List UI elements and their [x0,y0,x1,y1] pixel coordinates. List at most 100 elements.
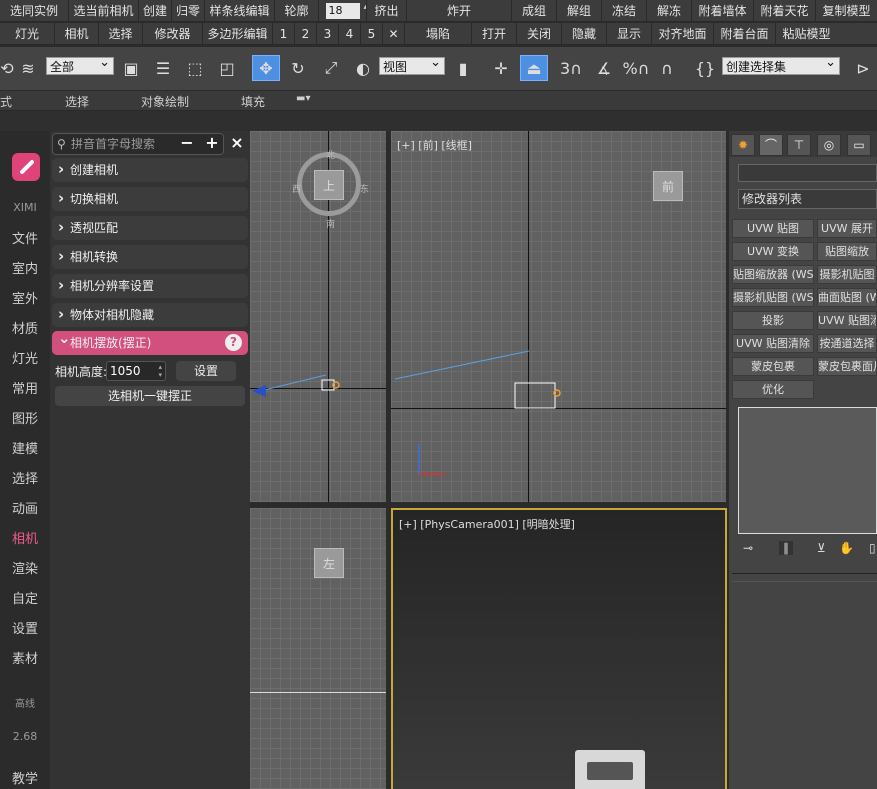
display-tab-icon[interactable]: ▭ [847,134,871,156]
attach-ceiling-button[interactable]: 附着天花 [754,0,816,22]
one-click-level-button[interactable]: 选相机一键摆正 [55,386,245,406]
lights-button[interactable]: 灯光 [0,23,55,45]
select-manipulate-icon[interactable]: ✛ [488,55,514,81]
section-camera-level[interactable]: 相机摆放(摆正) ? [52,326,248,355]
map-scaler-button[interactable]: 贴图缩放 [817,242,877,261]
sidebar-item-animation[interactable]: 动画 [0,498,50,517]
section-hide-from-camera[interactable]: 物体对相机隐藏 [52,302,248,327]
sidebar-item-shape[interactable]: 图形 [0,408,50,427]
undo-icon[interactable]: ⟲ [0,55,14,81]
rect-region-icon[interactable]: ⬚ [182,55,208,81]
pin-stack-icon[interactable]: ⊸ [743,541,753,555]
ungroup-button[interactable]: 解组 [557,0,602,22]
modifier-button[interactable]: 修改器 [143,23,203,45]
level-1-button[interactable]: 1 [273,23,295,45]
sidebar-item-custom[interactable]: 自定 [0,588,50,607]
level-3-button[interactable]: 3 [317,23,339,45]
sidebar-item-settings[interactable]: 设置 [0,618,50,637]
level-2-button[interactable]: 2 [295,23,317,45]
projection-button[interactable]: 投影 [732,311,814,330]
selection-filter-dropdown[interactable]: 全部 [46,54,114,75]
sidebar-item-exterior[interactable]: 室外 [0,288,50,307]
angle-snap-icon[interactable]: ∡ [590,55,618,81]
sidebar-item-modeling[interactable]: 建模 [0,438,50,457]
uvw-xform-button[interactable]: UVW 变换 [732,242,814,261]
collapse-all-button[interactable]: − [177,132,197,154]
scale-icon[interactable]: ⤢ [318,55,344,81]
level-4-button[interactable]: 4 [339,23,361,45]
snap-toggle-icon[interactable]: 3 ∩ [556,55,586,81]
camera-gizmo-front[interactable] [391,341,726,431]
channel-select-button[interactable]: 按通道选择 [817,334,877,353]
uvw-map-add-button[interactable]: UVW 贴图添加 [817,311,877,330]
edit-named-selection-icon[interactable]: {} [692,55,718,81]
close-button[interactable]: 关闭 [517,23,562,45]
object-name-field[interactable] [738,164,877,182]
freeze-button[interactable]: 冻结 [602,0,647,22]
collapse-button[interactable]: 塌陷 [405,23,472,45]
ribbon-tab-style[interactable]: 式 [0,93,12,110]
sidebar-item-teach[interactable]: 教学 [0,768,50,787]
surface-map-wsm-button[interactable]: 曲面贴图 (WSM) [817,288,877,307]
select-current-camera-button[interactable]: 选当前相机 [69,0,139,22]
select-by-name-icon[interactable]: ☰ [150,55,176,81]
ribbon-tab-populate[interactable]: 填充 [241,93,265,110]
outline-amount-spinner[interactable]: 18 [325,3,366,19]
create-tab-icon[interactable]: ✹ [731,134,755,156]
move-icon[interactable]: ✥ [252,55,280,81]
sidebar-item-select[interactable]: 选择 [0,468,50,487]
camera-map-button[interactable]: 摄影机贴图 [817,265,877,284]
copy-model-button[interactable]: 复制模型 [816,0,877,22]
outline-button[interactable]: 轮廓 [275,0,319,22]
section-switch-camera[interactable]: 切换相机 [52,186,248,211]
configure-icon[interactable]: ▯ [869,541,876,555]
skin-wrap-button[interactable]: 蒙皮包裹 [732,357,814,376]
ribbon-tab-select[interactable]: 选择 [65,93,89,110]
cameras-button[interactable]: 相机 [55,23,99,45]
attach-countertop-button[interactable]: 附着台面 [714,23,776,45]
viewcube-left-face[interactable]: 左 [314,548,344,578]
percent-snap-icon[interactable]: % ∩ [622,55,650,81]
help-icon[interactable]: ? [225,334,242,351]
open-button[interactable]: 打开 [472,23,517,45]
show-button[interactable]: 显示 [607,23,652,45]
sidebar-item-render[interactable]: 渲染 [0,558,50,577]
paste-model-button[interactable]: 粘贴模型 [776,23,837,45]
show-end-result-icon[interactable]: ∥ [779,541,793,555]
select-same-instance-button[interactable]: 选同实例 [0,0,69,22]
uvw-map-clear-button[interactable]: UVW 贴图清除 [732,334,814,353]
remove-modifier-icon[interactable]: ✋ [839,541,854,555]
section-perspective-match[interactable]: 透视匹配 [52,215,248,240]
section-create-camera[interactable]: 创建相机 [52,157,248,182]
viewport-front[interactable]: [+] [前] [线框] 前 [391,131,726,502]
explode-button[interactable]: 炸开 [407,0,512,22]
level-5-button[interactable]: 5 [361,23,383,45]
sidebar-item-file[interactable]: 文件 [0,228,50,247]
select-link-icon[interactable]: ≋ [16,55,40,81]
use-center-icon[interactable]: ▮ [450,55,476,81]
spline-edit-button[interactable]: 样条线编辑 [205,0,275,22]
modifier-list-dropdown[interactable]: 修改器列表 [738,189,877,209]
viewcube-front-face[interactable]: 前 [653,171,683,201]
section-camera-resolution[interactable]: 相机分辨率设置 [52,273,248,298]
clear-level-button[interactable]: ✕ [383,23,405,45]
reset-button[interactable]: 归零 [172,0,205,22]
map-scaler-wsm-button[interactable]: 贴图缩放器 (WSM) [732,265,814,284]
mirror-icon[interactable]: ⊳ [850,55,876,81]
uvw-map-button[interactable]: UVW 贴图 [732,219,814,238]
ref-coord-dropdown[interactable]: 视图 [379,54,445,75]
sidebar-item-common[interactable]: 常用 [0,378,50,397]
viewport-front-label[interactable]: [+] [前] [线框] [397,137,472,153]
line-mode-label[interactable]: 高线 [0,695,50,710]
select-button[interactable]: 选择 [99,23,143,45]
set-height-button[interactable]: 设置 [176,361,236,381]
camera-map-wsm-button[interactable]: 摄影机贴图 (WSM) [732,288,814,307]
viewport-camera-label[interactable]: [+] [PhysCamera001] [明暗处理] [399,516,575,532]
ribbon-tab-object-paint[interactable]: 对象绘制 [141,93,189,110]
hierarchy-tab-icon[interactable]: ⊤ [787,134,811,156]
ribbon-options-icon[interactable]: ▬▾ [296,93,310,104]
extrude-button[interactable]: 挤出 [367,0,407,22]
uvw-unwrap-button[interactable]: UVW 展开 [817,219,877,238]
window-crossing-icon[interactable]: ◰ [214,55,240,81]
search-input[interactable]: ⚲ 拼音首字母搜索 [52,133,224,155]
